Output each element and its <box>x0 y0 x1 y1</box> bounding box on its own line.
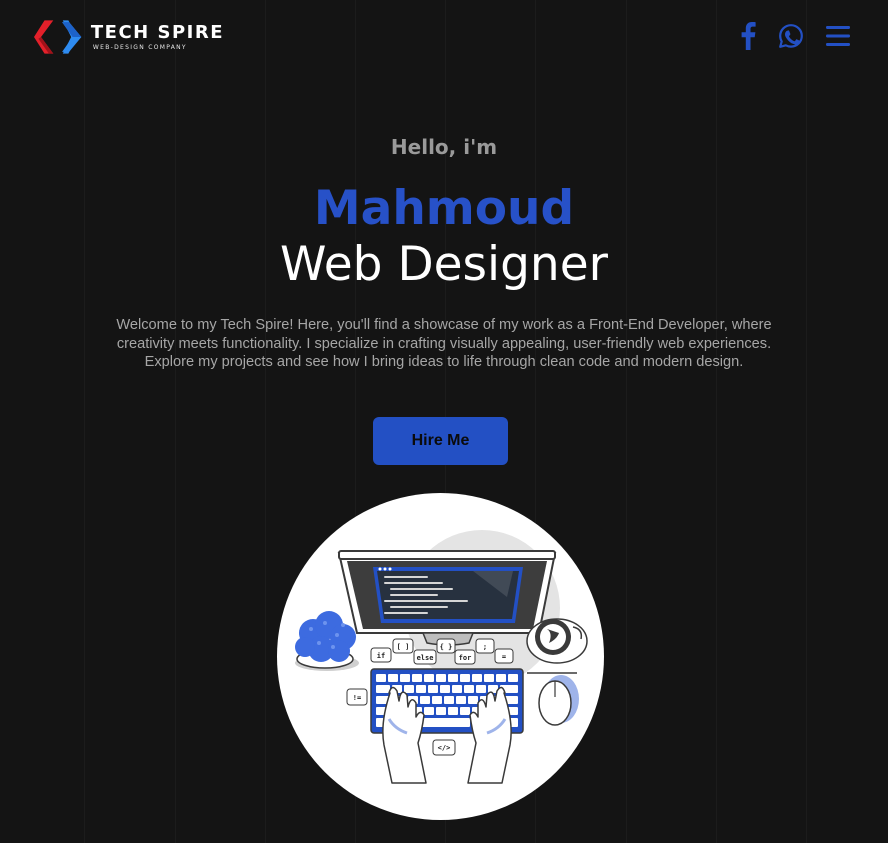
keyword-equals: = <box>502 653 506 661</box>
facebook-link[interactable] <box>740 22 756 54</box>
facebook-icon <box>741 22 756 50</box>
hamburger-menu-icon <box>826 26 850 46</box>
brand-name: TECH SPIRE <box>90 21 224 43</box>
site-header: TECH SPIRE WEB-DESIGN COMPANY <box>0 0 888 78</box>
keyword-braces: { } <box>440 643 453 651</box>
keyword-semicolon: ; <box>483 643 487 651</box>
brand-logo-icon <box>34 20 82 54</box>
brand-tagline: WEB-DESIGN COMPANY <box>92 43 187 51</box>
menu-button[interactable] <box>826 25 850 51</box>
whatsapp-icon <box>779 24 803 48</box>
brand-logo[interactable]: TECH SPIRE WEB-DESIGN COMPANY <box>34 16 224 58</box>
hero-role: Web Designer <box>280 237 608 292</box>
hero-intro-text: Welcome to my Tech Spire! Here, you'll f… <box>116 317 772 370</box>
header-actions <box>740 22 850 54</box>
keyword-else: else <box>417 654 434 662</box>
keyword-brackets: [ ] <box>397 643 410 651</box>
hero-name: Mahmoud <box>313 181 575 236</box>
keyword-if: if <box>377 652 385 660</box>
whatsapp-link[interactable] <box>778 23 804 53</box>
developer-illustration: if [ ] else { } for ; = != </> <box>277 493 604 820</box>
hero-greeting: Hello, i'm <box>390 135 498 159</box>
keyword-tag: </> <box>438 744 451 752</box>
keyword-for: for <box>459 654 472 662</box>
hire-me-button[interactable]: Hire Me <box>373 417 508 465</box>
page: TECH SPIRE WEB-DESIGN COMPANY Hello, i'm… <box>0 0 888 843</box>
keyword-not-equals: != <box>353 694 361 702</box>
brand-text: TECH SPIRE WEB-DESIGN COMPANY <box>90 21 224 52</box>
